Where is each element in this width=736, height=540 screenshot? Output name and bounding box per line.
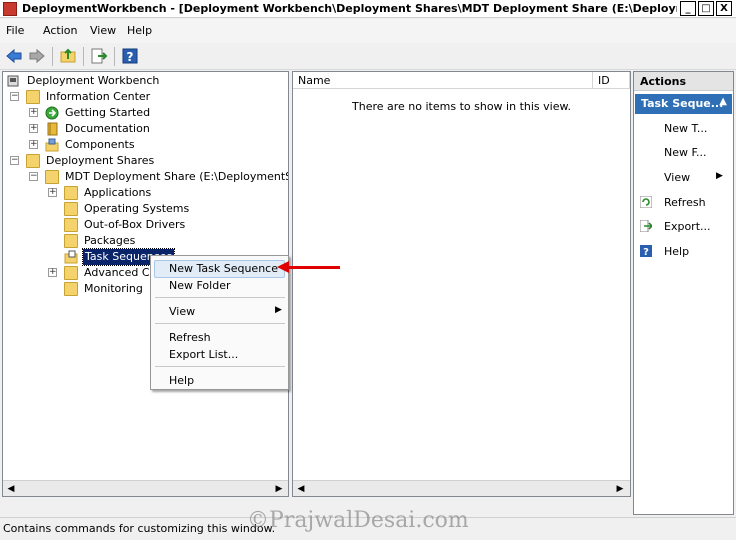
menu-help[interactable]: Help [127,24,152,37]
export-icon[interactable] [90,47,108,65]
book-icon [45,122,59,136]
components-icon [45,138,59,152]
tree-label: Documentation [65,122,150,135]
toolbar: ? [0,43,736,70]
context-export-list[interactable]: Export List... [169,348,238,361]
folder-icon [64,234,78,248]
tree-label: MDT Deployment Share (E:\DeploymentShare… [65,170,289,183]
up-folder-icon[interactable] [59,47,77,65]
menu-bar: File Action View Help [0,19,736,43]
tree-label: Components [65,138,135,151]
svg-text:?: ? [643,247,649,257]
annotation-arrow-line [288,266,340,269]
context-refresh[interactable]: Refresh [169,331,211,344]
tree-label: Operating Systems [84,202,190,215]
action-refresh[interactable]: Refresh [664,196,706,209]
share-folder-icon [45,170,59,184]
list-horizontal-scrollbar[interactable]: ◀ ▶ [293,480,630,496]
tree-label: Getting Started [65,106,151,119]
context-view[interactable]: View ▶ [169,305,284,318]
actions-section-label: Task Seque... [641,97,724,110]
folder-icon [26,154,40,168]
close-button[interactable]: X [716,1,732,16]
scroll-left-icon[interactable]: ◀ [294,482,308,496]
expand-icon[interactable]: + [29,140,38,149]
tree-label: Out-of-Box Drivers [84,218,186,231]
tree-label: Information Center [46,90,151,103]
menu-file[interactable]: File [6,24,24,37]
actions-header: Actions [634,72,733,91]
folder-icon [64,218,78,232]
menu-action[interactable]: Action [43,24,77,37]
empty-list-message: There are no items to show in this view. [352,100,571,113]
tree-label: Deployment Workbench [27,74,160,87]
status-text: Contains commands for customizing this w… [3,522,276,535]
window-title: DeploymentWorkbench - [Deployment Workbe… [22,2,677,15]
column-header-id[interactable]: ID [593,72,630,89]
action-view-label: View [664,171,691,184]
context-separator [155,366,285,367]
svg-text:?: ? [127,50,134,64]
scroll-right-icon[interactable]: ▶ [272,482,286,496]
action-export[interactable]: Export... [664,220,711,233]
actions-section-task-sequences[interactable]: Task Seque... ▲ [635,94,732,114]
context-new-folder[interactable]: New Folder [169,279,230,292]
action-new-folder[interactable]: New F... [664,146,707,159]
scroll-left-icon[interactable]: ◀ [4,482,18,496]
expand-icon[interactable]: + [48,268,57,277]
scroll-right-icon[interactable]: ▶ [613,482,627,496]
submenu-arrow-icon: ▶ [275,305,282,315]
column-header-name[interactable]: Name [293,72,593,89]
tree-label: Monitoring [84,282,143,295]
tree-label: Deployment Shares [46,154,155,167]
help-icon: ? [640,245,652,258]
collapse-icon[interactable]: − [10,92,19,101]
context-help[interactable]: Help [169,374,194,387]
folder-icon [26,90,40,104]
expand-icon[interactable]: + [29,124,38,133]
getting-started-icon [45,106,59,120]
submenu-arrow-icon: ▶ [716,171,723,181]
context-new-task-sequence[interactable]: New Task Sequence [169,262,278,275]
tree-horizontal-scrollbar[interactable]: ◀ ▶ [3,480,288,496]
context-separator [155,297,285,298]
back-icon[interactable] [5,47,23,65]
workbench-icon [6,74,20,88]
tree-label: Packages [84,234,136,247]
refresh-icon [639,195,653,209]
help-icon[interactable]: ? [121,47,139,65]
collapse-up-icon[interactable]: ▲ [719,96,727,107]
maximize-button[interactable]: □ [698,1,714,16]
menu-view[interactable]: View [90,24,116,37]
collapse-icon[interactable]: − [29,172,38,181]
watermark: ©PrajwalDesai.com [247,508,469,533]
export-list-icon [639,219,654,233]
expand-icon[interactable]: + [48,188,57,197]
minimize-button[interactable]: _ [680,1,696,16]
forward-icon[interactable] [28,47,46,65]
folder-icon [64,186,78,200]
collapse-icon[interactable]: − [10,156,19,165]
folder-icon [64,282,78,296]
folder-icon [64,202,78,216]
list-pane: Name ID There are no items to show in th… [292,71,631,497]
actions-pane: Actions Task Seque... ▲ New T... New F..… [633,71,734,515]
app-icon [3,2,17,16]
action-view[interactable]: View ▶ [664,171,724,184]
tree-label: Applications [84,186,152,199]
context-view-label: View [169,305,196,318]
expand-icon[interactable]: + [29,108,38,117]
title-bar: DeploymentWorkbench - [Deployment Workbe… [0,0,736,18]
task-sequence-icon [64,250,78,264]
context-menu: New Task Sequence New Folder View ▶ Refr… [150,255,289,390]
annotation-arrow-icon [277,261,289,273]
action-help[interactable]: Help [664,245,689,258]
folder-icon [64,266,78,280]
action-new-task-sequence[interactable]: New T... [664,122,707,135]
context-separator [155,323,285,324]
